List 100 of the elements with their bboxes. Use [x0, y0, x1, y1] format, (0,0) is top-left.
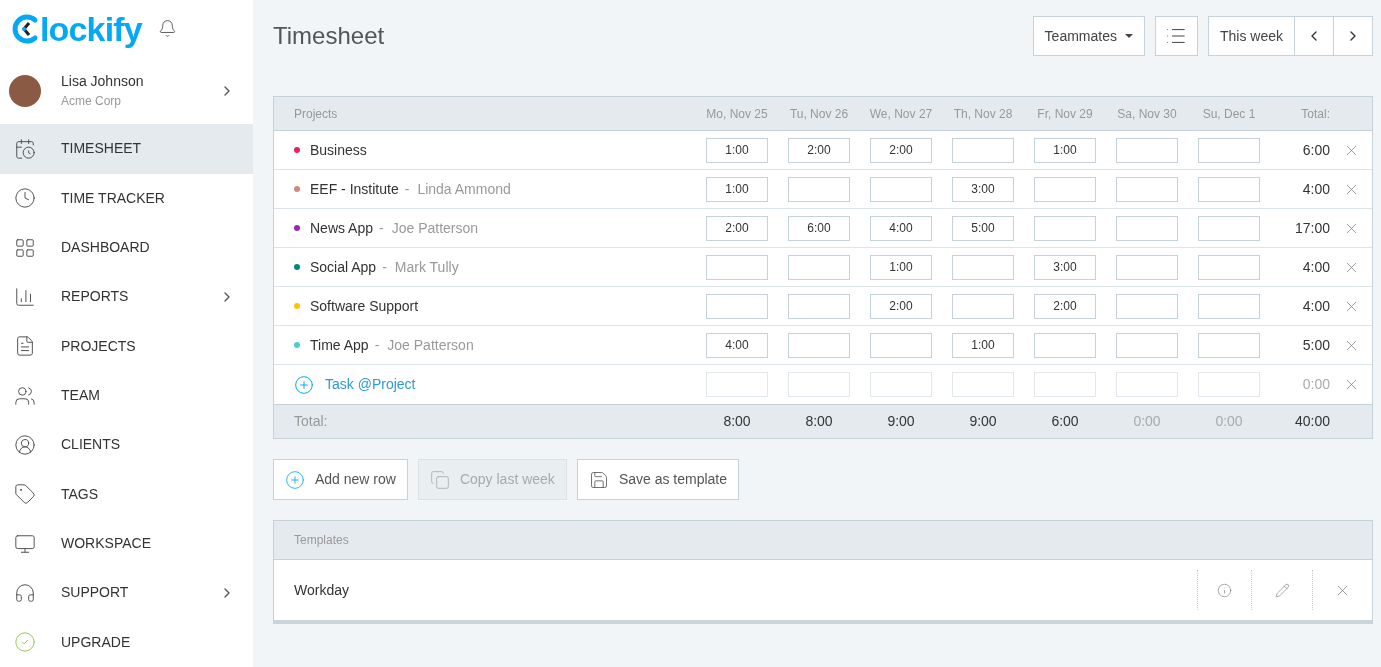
info-icon[interactable]	[1217, 582, 1232, 598]
separator: -	[404, 179, 410, 199]
next-button[interactable]	[1334, 16, 1373, 56]
time-input[interactable]: 6:00	[788, 215, 850, 241]
edit-icon[interactable]	[1274, 582, 1290, 598]
time-input[interactable]	[952, 137, 1014, 163]
nav-label: UPGRADE	[61, 632, 132, 652]
column-header: Sa, Nov 30	[1116, 105, 1178, 123]
previous-button[interactable]	[1295, 16, 1334, 56]
nav-label: PROJECTS	[61, 336, 137, 356]
time-input[interactable]	[1198, 293, 1260, 319]
grid-icon	[14, 236, 36, 259]
time-input[interactable]: 3:00	[952, 176, 1014, 202]
time-input[interactable]	[1198, 372, 1260, 397]
time-input[interactable]: 4:00	[870, 215, 932, 241]
time-input[interactable]	[1116, 332, 1178, 358]
tag-icon	[14, 483, 36, 506]
nav-item[interactable]: TIMESHEET	[0, 124, 253, 174]
time-input[interactable]	[1198, 254, 1260, 280]
time-input[interactable]	[788, 332, 850, 358]
time-input[interactable]: 5:00	[952, 215, 1014, 241]
plus-circle-icon[interactable]	[294, 374, 314, 395]
project-name: EEF - Institute	[310, 179, 399, 199]
time-input[interactable]	[706, 293, 768, 319]
time-input[interactable]: 2:00	[788, 137, 850, 163]
column-header: Fr, Nov 29	[1036, 105, 1094, 123]
logo-text: lockify	[40, 11, 142, 46]
user-menu[interactable]: Lisa Johnson Acme Corp	[0, 57, 253, 125]
column-header: Projects	[293, 105, 339, 123]
time-input[interactable]	[1034, 215, 1096, 241]
time-input[interactable]	[1116, 137, 1178, 163]
bell-icon[interactable]	[157, 19, 177, 39]
teammates-dropdown[interactable]: Teammates	[1032, 16, 1145, 56]
time-input[interactable]: 2:00	[706, 215, 768, 241]
column-header: Tu, Nov 26	[788, 105, 850, 123]
calendar-clock-icon	[14, 138, 36, 160]
client-name: Mark Tully	[394, 257, 459, 277]
column-header: We, Nov 27	[868, 105, 934, 123]
time-input[interactable]: 2:00	[1034, 293, 1096, 319]
time-input[interactable]: 3:00	[1034, 254, 1096, 280]
separator: -	[382, 257, 387, 277]
time-input[interactable]	[952, 372, 1014, 397]
nav-label: DASHBOARD	[61, 238, 151, 258]
row-total: 0:00	[1301, 375, 1330, 394]
time-input[interactable]	[870, 176, 932, 202]
row-total: 4:00	[1301, 296, 1330, 316]
time-input[interactable]: 1:00	[952, 332, 1014, 358]
nav-label: REPORTS	[61, 287, 130, 307]
time-input[interactable]	[1034, 176, 1096, 202]
time-input[interactable]	[788, 254, 850, 280]
time-input[interactable]	[1198, 215, 1260, 241]
time-input[interactable]: 4:00	[706, 332, 768, 358]
row-total: 4:00	[1301, 257, 1330, 277]
time-input[interactable]	[788, 372, 850, 397]
project-name: Software Support	[310, 296, 419, 316]
time-input[interactable]	[952, 293, 1014, 319]
save-icon	[588, 469, 609, 490]
time-input[interactable]: 1:00	[706, 176, 768, 202]
people-icon	[14, 384, 36, 407]
day-total: 8:00	[722, 412, 752, 431]
day-total: 9:00	[886, 412, 916, 431]
document-icon	[14, 335, 36, 358]
action-button[interactable]: Add new row	[273, 459, 408, 500]
page-title: Timesheet	[273, 21, 386, 51]
time-input[interactable]	[1116, 254, 1178, 280]
day-total: 8:00	[804, 412, 834, 431]
time-input[interactable]: 2:00	[870, 293, 932, 319]
time-input[interactable]: 1:00	[706, 137, 768, 163]
time-input[interactable]	[1116, 176, 1178, 202]
action-button[interactable]: Save as template	[576, 459, 740, 500]
nav-label: CLIENTS	[61, 435, 122, 455]
time-input[interactable]	[870, 372, 932, 397]
monitor-icon	[14, 532, 36, 555]
time-input[interactable]	[1198, 137, 1260, 163]
list-view-button[interactable]	[1154, 16, 1198, 56]
nav-label: TEAM	[61, 386, 101, 406]
time-input[interactable]	[706, 254, 768, 280]
time-input[interactable]	[952, 254, 1014, 280]
time-input[interactable]	[1198, 332, 1260, 358]
time-input[interactable]	[788, 293, 850, 319]
time-input[interactable]	[1034, 372, 1096, 397]
row-total: 17:00	[1293, 218, 1330, 238]
time-input[interactable]	[870, 332, 932, 358]
time-input[interactable]	[1116, 215, 1178, 241]
date-range-button[interactable]: This week	[1207, 16, 1295, 56]
time-input[interactable]	[1034, 332, 1096, 358]
avatar	[9, 74, 41, 107]
time-input[interactable]	[1116, 293, 1178, 319]
column-header: Total:	[1300, 105, 1330, 123]
time-input[interactable]	[788, 176, 850, 202]
time-input[interactable]	[706, 372, 768, 397]
nav-label: SUPPORT	[61, 583, 130, 603]
company-name: Acme Corp	[61, 93, 123, 111]
time-input[interactable]: 1:00	[1034, 137, 1096, 163]
time-input[interactable]	[1116, 372, 1178, 397]
bar-chart-icon	[14, 285, 36, 308]
nav-label: WORKSPACE	[61, 534, 152, 554]
time-input[interactable]: 2:00	[870, 137, 932, 163]
time-input[interactable]	[1198, 176, 1260, 202]
time-input[interactable]: 1:00	[870, 254, 932, 280]
